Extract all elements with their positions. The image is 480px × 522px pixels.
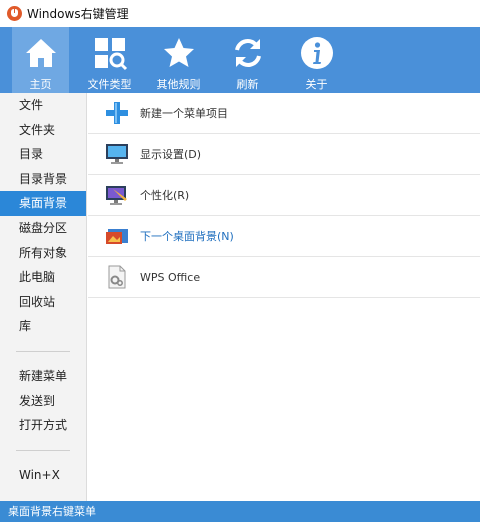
- sidebar-item-send-to[interactable]: 发送到: [0, 389, 86, 414]
- sidebar-item-all-objects[interactable]: 所有对象: [0, 241, 86, 266]
- toolbar-home-button[interactable]: 主页: [12, 27, 69, 93]
- sidebar-item-this-pc[interactable]: 此电脑: [0, 265, 86, 290]
- list-item-label: 显示设置(D): [140, 148, 202, 161]
- sidebar: 文件 文件夹 目录 目录背景 桌面背景 磁盘分区 所有对象 此电脑 回收站 库 …: [0, 93, 87, 501]
- toolbar-home-label: 主页: [29, 78, 52, 91]
- sidebar-item-library[interactable]: 库: [0, 314, 86, 339]
- toolbar-file-types-button[interactable]: 文件类型: [81, 27, 138, 93]
- list-item-personalize[interactable]: 个性化(R): [88, 175, 480, 216]
- star-icon: [161, 35, 197, 71]
- sidebar-item-recycle-bin[interactable]: 回收站: [0, 290, 86, 315]
- home-icon: [23, 35, 59, 71]
- sidebar-divider: [16, 350, 70, 352]
- status-bar: 桌面背景右键菜单: [0, 501, 480, 522]
- monitor-icon: [105, 142, 129, 166]
- app-logo-icon: [7, 6, 22, 21]
- sidebar-item-directory-background[interactable]: 目录背景: [0, 167, 86, 192]
- toolbar-refresh-label: 刷新: [236, 78, 259, 91]
- toolbar-other-rules-label: 其他规则: [156, 78, 201, 91]
- toolbar: 主页 文件类型 其他规则 刷新 关于: [0, 27, 480, 93]
- plus-icon: [105, 101, 129, 125]
- list-item-label: WPS Office: [140, 270, 201, 284]
- sidebar-item-folder[interactable]: 文件夹: [0, 118, 86, 143]
- info-icon: [299, 35, 335, 71]
- file-types-icon: [92, 35, 128, 71]
- next-background-icon: [105, 224, 129, 248]
- sidebar-item-winx[interactable]: Win+X: [0, 463, 86, 488]
- list-item-label: 新建一个菜单项目: [140, 107, 228, 120]
- sidebar-item-directory[interactable]: 目录: [0, 142, 86, 167]
- sidebar-item-open-with[interactable]: 打开方式: [0, 413, 86, 438]
- list-item-next-desktop-background[interactable]: 下一个桌面背景(N): [88, 216, 480, 257]
- list-item-label: 下一个桌面背景(N): [140, 230, 234, 243]
- sidebar-item-file[interactable]: 文件: [0, 93, 86, 118]
- list-item-new-menu-item[interactable]: 新建一个菜单项目: [88, 93, 480, 134]
- sidebar-divider: [16, 449, 70, 451]
- toolbar-about-label: 关于: [305, 78, 328, 91]
- title-bar: Windows右键管理: [0, 0, 480, 27]
- refresh-icon: [230, 35, 266, 71]
- toolbar-file-types-label: 文件类型: [87, 78, 132, 91]
- personalize-icon: [105, 183, 129, 207]
- list-item-display-settings[interactable]: 显示设置(D): [88, 134, 480, 175]
- file-gear-icon: [105, 265, 129, 289]
- sidebar-item-desktop-background[interactable]: 桌面背景: [0, 191, 86, 216]
- toolbar-other-rules-button[interactable]: 其他规则: [150, 27, 207, 93]
- toolbar-about-button[interactable]: 关于: [288, 27, 345, 93]
- list-item-label: 个性化(R): [140, 189, 190, 202]
- sidebar-item-new-menu[interactable]: 新建菜单: [0, 364, 86, 389]
- menu-items-list: 新建一个菜单项目 显示设置(D) 个性化(R) 下一个桌面背景(N) WPS O…: [88, 93, 480, 501]
- toolbar-refresh-button[interactable]: 刷新: [219, 27, 276, 93]
- list-item-wps-office[interactable]: WPS Office: [88, 257, 480, 298]
- window-title: Windows右键管理: [27, 7, 129, 21]
- sidebar-item-drive[interactable]: 磁盘分区: [0, 216, 86, 241]
